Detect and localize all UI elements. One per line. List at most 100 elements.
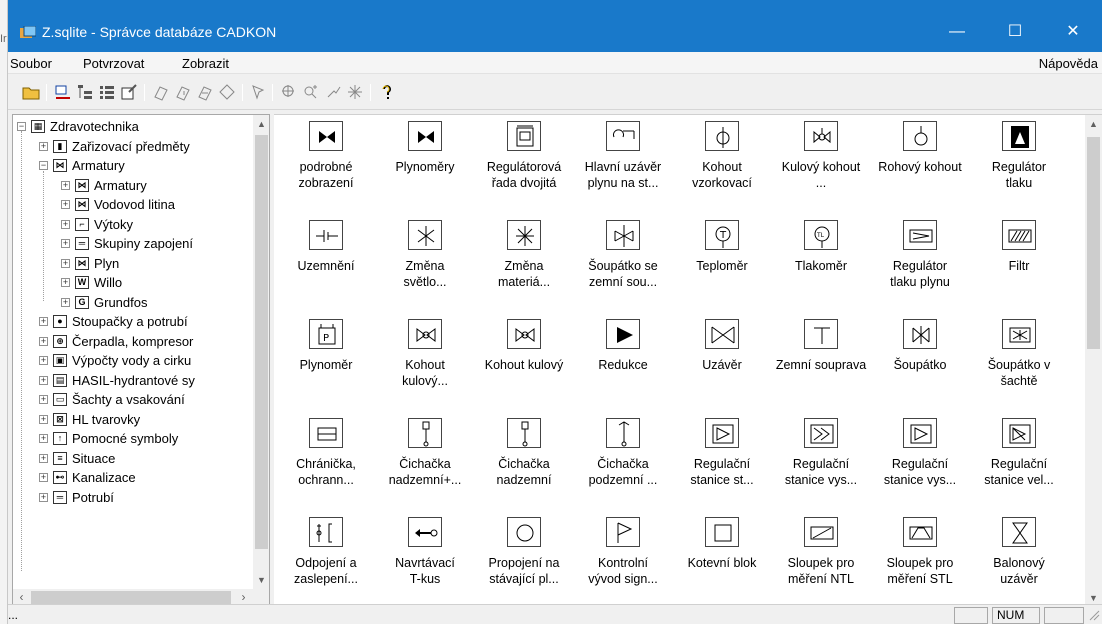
tree-item[interactable]: + ⊕ Čerpadla, kompresor bbox=[13, 332, 253, 352]
symbol-tile[interactable]: Balonový uzávěr bbox=[969, 513, 1069, 606]
expand-icon[interactable]: + bbox=[39, 395, 48, 404]
symbol-tile[interactable]: Hlavní uzávěr plynu na st... bbox=[573, 117, 673, 213]
tree-item[interactable]: + ▤ HASIL-hydrantové sy bbox=[13, 371, 253, 391]
symbol-tile[interactable]: Rohový kohout bbox=[870, 117, 970, 213]
expand-icon[interactable]: + bbox=[61, 258, 70, 268]
symbol-tile[interactable]: Změna světlo... bbox=[375, 216, 475, 312]
symbol-tile[interactable]: Kulový kohout... bbox=[771, 117, 871, 213]
expand-icon[interactable]: + bbox=[61, 278, 70, 287]
minimize-button[interactable]: — bbox=[934, 17, 980, 47]
expand-icon[interactable]: + bbox=[39, 492, 48, 502]
tree-item[interactable]: + ⋈ Vodovod litina bbox=[13, 195, 253, 215]
tree-item[interactable]: + ⊷ Kanalizace bbox=[13, 468, 253, 488]
tree-item[interactable]: + ═ Skupiny zapojení bbox=[13, 234, 253, 254]
symbol-tile[interactable]: Čichačka nadzemní+... bbox=[375, 414, 475, 510]
symbol-tile[interactable]: podrobné zobrazení bbox=[276, 117, 376, 213]
tree-item[interactable]: + ↑ Pomocné symboly bbox=[13, 429, 253, 449]
expand-icon[interactable]: + bbox=[61, 239, 70, 248]
symbol-tile[interactable]: Plynoměry bbox=[375, 117, 475, 213]
symbol-tile[interactable]: Šoupátko bbox=[870, 315, 970, 411]
edit-icon[interactable] bbox=[120, 83, 138, 101]
expand-icon[interactable]: + bbox=[39, 375, 48, 385]
tree-item[interactable]: + ≡ Situace bbox=[13, 449, 253, 469]
tree-item[interactable]: + ═ Potrubí bbox=[13, 488, 253, 508]
collapse-icon[interactable]: − bbox=[17, 122, 26, 131]
resize-grip-icon[interactable] bbox=[1088, 609, 1100, 621]
block-icon[interactable] bbox=[152, 83, 170, 101]
zoom-extents-icon[interactable] bbox=[280, 83, 298, 101]
scroll-down-arrow-icon[interactable]: ▼ bbox=[253, 571, 269, 589]
tree-vertical-scrollbar[interactable]: ▲ ▼ bbox=[253, 115, 269, 589]
symbol-tile[interactable]: Regulátorová řada dvojitá bbox=[474, 117, 574, 213]
expand-icon[interactable]: + bbox=[39, 336, 48, 346]
symbol-tile[interactable]: Regulační stanice vys... bbox=[870, 414, 970, 510]
expand-icon[interactable]: + bbox=[61, 180, 70, 190]
tree-item[interactable]: + ⋈ Armatury bbox=[13, 176, 253, 196]
expand-icon[interactable]: + bbox=[39, 434, 48, 443]
symbol-tile[interactable]: Navrtávací T-kus bbox=[375, 513, 475, 606]
scroll-thumb[interactable] bbox=[1087, 137, 1100, 349]
block-add-icon[interactable] bbox=[174, 83, 192, 101]
symbol-tile[interactable]: Kohout kulový bbox=[474, 315, 574, 411]
category-tree[interactable]: − ▦ Zdravotechnika + ▮ Zařizovací předměty − ⋈ A… bbox=[12, 114, 270, 606]
tree-item[interactable]: + ⊠ HL tvarovky bbox=[13, 410, 253, 430]
symbol-tile[interactable]: Propojení na stávající pl... bbox=[474, 513, 574, 606]
symbol-tile[interactable]: Kontrolní vývod sign... bbox=[573, 513, 673, 606]
tree-item[interactable]: − ⋈ Armatury bbox=[13, 156, 253, 176]
tree-item[interactable]: + G Grundfos bbox=[13, 293, 253, 313]
expand-icon[interactable]: + bbox=[39, 473, 48, 482]
menu-view[interactable]: Zobrazit bbox=[182, 56, 229, 71]
symbol-tile[interactable]: Zemní souprava bbox=[771, 315, 871, 411]
zoom-in-icon[interactable] bbox=[302, 83, 320, 101]
symbol-tile[interactable]: Změna materiá... bbox=[474, 216, 574, 312]
expand-icon[interactable]: + bbox=[39, 453, 48, 463]
symbol-tile[interactable]: Chránička, ochrann... bbox=[276, 414, 376, 510]
expand-icon[interactable]: + bbox=[39, 317, 48, 326]
symbol-tile[interactable]: Šoupátko v šachtě bbox=[969, 315, 1069, 411]
menu-help[interactable]: Nápověda bbox=[1039, 56, 1098, 71]
tree-item[interactable]: + ▮ Zařizovací předměty bbox=[13, 137, 253, 157]
symbol-tile[interactable]: Šoupátko se zemní sou... bbox=[573, 216, 673, 312]
symbol-tile[interactable]: Regulační stanice st... bbox=[672, 414, 772, 510]
explode-icon[interactable] bbox=[346, 83, 364, 101]
attribute-icon[interactable] bbox=[218, 83, 236, 101]
expand-icon[interactable]: + bbox=[61, 200, 70, 209]
symbol-tile[interactable]: Filtr bbox=[969, 216, 1069, 312]
symbol-tile[interactable]: Uzemnění bbox=[276, 216, 376, 312]
expand-icon[interactable]: + bbox=[61, 219, 70, 229]
help-icon[interactable] bbox=[378, 83, 396, 101]
symbol-tile[interactable]: Sloupek pro měření NTL bbox=[771, 513, 871, 606]
scroll-up-arrow-icon[interactable]: ▲ bbox=[253, 115, 269, 133]
symbol-tile[interactable]: Kohout kulový... bbox=[375, 315, 475, 411]
tree-item[interactable]: + W Willo bbox=[13, 273, 253, 293]
grid-vertical-scrollbar[interactable]: ▲ ▼ bbox=[1085, 115, 1102, 606]
symbol-tile[interactable]: P Plynoměr bbox=[276, 315, 376, 411]
tree-item[interactable]: + ▣ Výpočty vody a cirku bbox=[13, 351, 253, 371]
symbol-tile[interactable]: Regulační stanice vys... bbox=[771, 414, 871, 510]
symbol-tile[interactable]: Regulační stanice vel... bbox=[969, 414, 1069, 510]
tree-item[interactable]: + ▭ Šachty a vsakování bbox=[13, 390, 253, 410]
symbol-tile[interactable]: Kotevní blok bbox=[672, 513, 772, 606]
symbol-tile[interactable]: Sloupek pro měření STL bbox=[870, 513, 970, 606]
scroll-thumb[interactable] bbox=[31, 591, 231, 604]
symbol-tile[interactable]: Regulátor tlaku plynu bbox=[870, 216, 970, 312]
title-bar[interactable]: Z.sqlite - Správce databáze CADKON — ☐ ✕ bbox=[8, 0, 1102, 52]
open-folder-icon[interactable] bbox=[22, 83, 40, 101]
tree-view-icon[interactable] bbox=[76, 83, 94, 101]
symbol-tile[interactable]: T Teploměr bbox=[672, 216, 772, 312]
symbol-tile[interactable]: Odpojení a zaslepení... bbox=[276, 513, 376, 606]
symbol-tile[interactable]: Regulátor tlaku bbox=[969, 117, 1069, 213]
collapse-icon[interactable]: − bbox=[39, 161, 48, 170]
symbol-tile[interactable]: Čichačka podzemní ... bbox=[573, 414, 673, 510]
expand-icon[interactable]: + bbox=[39, 141, 48, 151]
close-button[interactable]: ✕ bbox=[1050, 17, 1096, 47]
symbol-tile[interactable]: Čichačka nadzemní bbox=[474, 414, 574, 510]
rename-icon[interactable] bbox=[54, 83, 72, 101]
list-view-icon[interactable] bbox=[98, 83, 116, 101]
pick-icon[interactable] bbox=[250, 83, 268, 101]
maximize-button[interactable]: ☐ bbox=[992, 17, 1038, 47]
symbol-tile[interactable]: Redukce bbox=[573, 315, 673, 411]
expand-icon[interactable]: + bbox=[39, 356, 48, 365]
pan-icon[interactable] bbox=[324, 83, 342, 101]
symbol-tile[interactable]: Uzávěr bbox=[672, 315, 772, 411]
